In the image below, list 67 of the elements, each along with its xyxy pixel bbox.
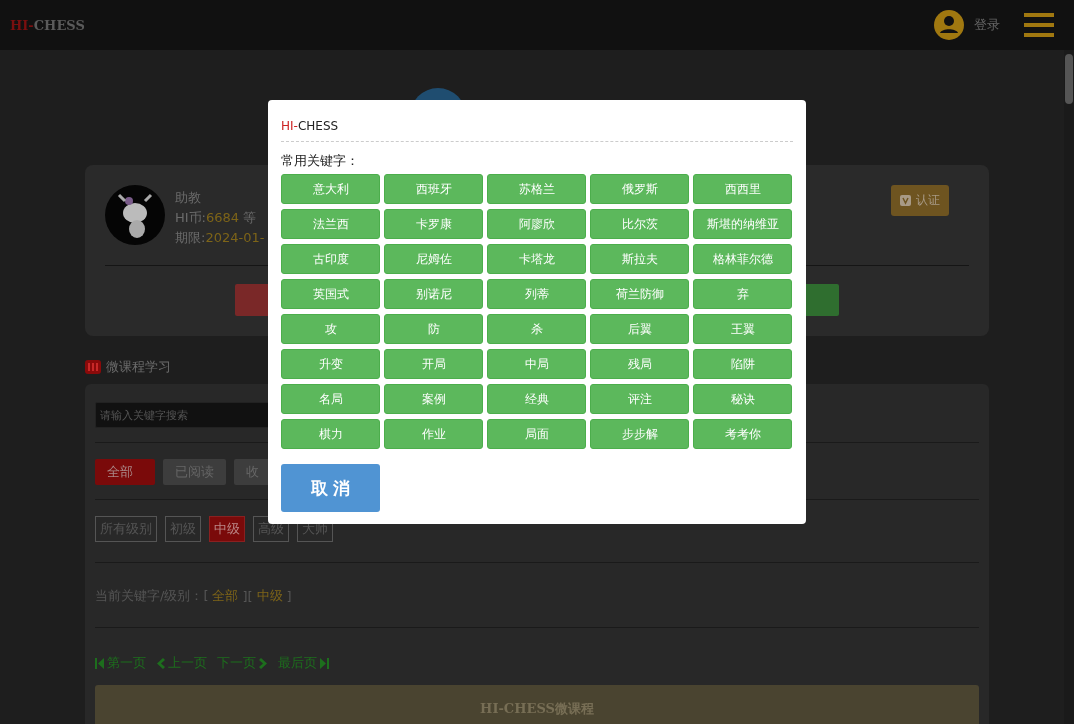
keyword-button[interactable]: 卡罗康 [384,209,483,239]
level-value: 中级 [256,587,283,605]
section-title: 微课程学习 [106,358,171,376]
keyword-button[interactable]: 西班牙 [384,174,483,204]
last-page-link[interactable]: 最后页 [278,654,329,672]
keyword-button[interactable]: 案例 [384,384,483,414]
keyword-button[interactable]: 防 [384,314,483,344]
keyword-button[interactable]: 名局 [281,384,380,414]
keyword-button[interactable]: 法兰西 [281,209,380,239]
chevron-right-icon [259,657,268,669]
user-icon[interactable] [934,10,964,40]
goat-avatar [105,185,165,245]
certify-button[interactable]: 认证 [891,185,949,216]
keyword-button[interactable]: 后翼 [590,314,689,344]
keyword-button[interactable]: 弃 [693,279,792,309]
keyword-button[interactable]: 西西里 [693,174,792,204]
keyword-button[interactable]: 作业 [384,419,483,449]
first-icon [95,657,104,669]
keyword-button[interactable]: 俄罗斯 [590,174,689,204]
keyword-button[interactable]: 攻 [281,314,380,344]
keyword-button[interactable]: 中局 [487,349,586,379]
keyword-button[interactable]: 开局 [384,349,483,379]
keyword-button[interactable]: 阿廖欣 [487,209,586,239]
keyword-button[interactable]: 荷兰防御 [590,279,689,309]
keyword-button[interactable]: 升变 [281,349,380,379]
site-logo[interactable]: HI-CHESS [10,17,85,33]
dialog-title: HI-CHESS [281,113,793,142]
coins-text: HI币:6684 等 [175,209,258,227]
keywords-label: 常用关键字： [281,152,360,170]
keyword-button[interactable]: 杀 [487,314,586,344]
keyword-button[interactable]: 局面 [487,419,586,449]
keyword-button[interactable]: 残局 [590,349,689,379]
chevron-left-icon [156,657,165,669]
keyword-button[interactable]: 格林菲尔德 [693,244,792,274]
keyword-button[interactable]: 苏格兰 [487,174,586,204]
cancel-button[interactable]: 取 消 [281,464,380,512]
keyword-button[interactable]: 经典 [487,384,586,414]
menu-icon[interactable] [1024,13,1054,37]
keyword-button[interactable]: 斯堪的纳维亚 [693,209,792,239]
level-button[interactable]: 中级 [209,516,245,542]
keyword-button[interactable]: 比尔茨 [590,209,689,239]
keyword-value: 全部 [212,587,239,605]
bracket-text: ] [286,588,292,604]
keyword-button[interactable]: 步步解 [590,419,689,449]
scrollbar[interactable] [1064,50,1074,724]
login-link[interactable]: 登录 [974,16,1000,34]
badge-icon [900,195,911,206]
expiry-text: 期限:2024-01- [175,229,265,247]
keyword-button[interactable]: 列蒂 [487,279,586,309]
bracket-text: ][ [242,588,253,604]
keyword-button[interactable]: 英国式 [281,279,380,309]
keyword-button[interactable]: 棋力 [281,419,380,449]
keyword-button[interactable]: 斯拉夫 [590,244,689,274]
keyword-button[interactable]: 意大利 [281,174,380,204]
keyword-button[interactable]: 秘诀 [693,384,792,414]
keyword-button[interactable]: 卡塔龙 [487,244,586,274]
keyword-button[interactable]: 尼姆佐 [384,244,483,274]
keyword-button[interactable]: 别诺尼 [384,279,483,309]
keyword-button[interactable]: 古印度 [281,244,380,274]
keyword-button[interactable]: 陷阱 [693,349,792,379]
keyword-button[interactable]: 评注 [590,384,689,414]
user-role: 助教 [175,189,202,207]
keyword-button[interactable]: 王翼 [693,314,792,344]
last-icon [320,657,329,669]
keyword-button[interactable]: 考考你 [693,419,792,449]
filter-tab[interactable]: 全部 [95,459,155,485]
book-icon [85,359,101,375]
